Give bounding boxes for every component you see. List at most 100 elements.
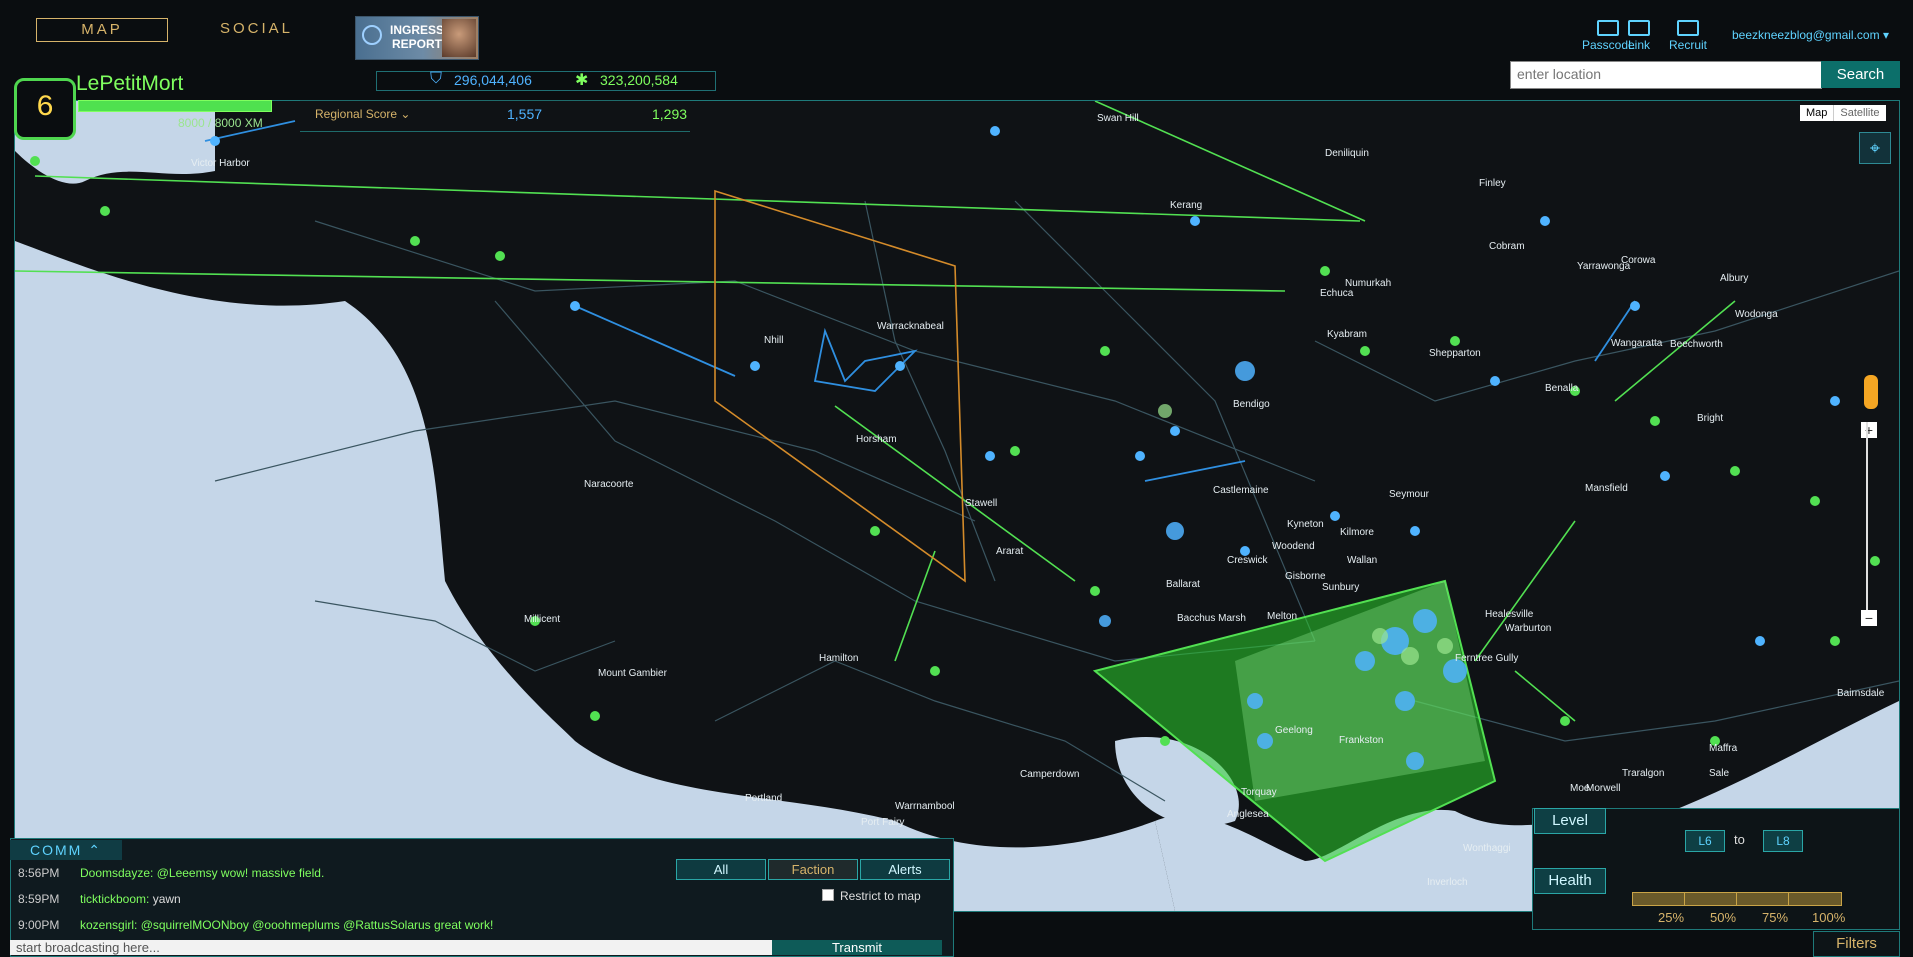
svg-text:Kilmore: Kilmore — [1340, 527, 1374, 538]
tab-social[interactable]: SOCIAL — [220, 18, 293, 40]
svg-text:Wallan: Wallan — [1347, 555, 1377, 566]
svg-text:Geelong: Geelong — [1275, 725, 1313, 736]
recruit-label: Recruit — [1669, 38, 1708, 52]
svg-text:Cobram: Cobram — [1489, 241, 1525, 252]
message-time: 8:56PM — [18, 866, 60, 880]
street-view-pegman-icon[interactable] — [1864, 375, 1878, 409]
comm-filter-alerts[interactable]: Alerts — [860, 859, 950, 880]
link-button[interactable]: Link — [1628, 20, 1650, 52]
restrict-label: Restrict to map — [840, 889, 921, 903]
tab-map[interactable]: MAP — [36, 18, 168, 42]
message-text: @Leeemsy wow! massive field. — [153, 866, 325, 880]
level-to-select[interactable]: L8 — [1763, 830, 1803, 852]
svg-text:Castlemaine: Castlemaine — [1213, 485, 1269, 496]
svg-text:Healesville: Healesville — [1485, 609, 1534, 620]
level-filter-label: Level — [1534, 808, 1606, 834]
svg-text:Stawell: Stawell — [965, 498, 997, 509]
agent-level: 6 — [14, 78, 76, 140]
global-enlightened-score: 323,200,584 — [600, 72, 678, 88]
svg-text:Melton: Melton — [1267, 611, 1297, 622]
broadcast-input[interactable]: start broadcasting here... — [10, 940, 776, 955]
zoom-slider[interactable] — [1866, 422, 1878, 622]
regional-resistance-score: 1,557 — [507, 106, 543, 122]
message-user[interactable]: kozensgirl: — [80, 918, 137, 932]
account-email: beezkneezblog@gmail.com — [1732, 28, 1880, 42]
svg-text:Ararat: Ararat — [996, 546, 1023, 557]
svg-text:Albury: Albury — [1720, 273, 1748, 284]
zoom-out-button[interactable]: − — [1861, 610, 1877, 626]
svg-text:Wonthaggi: Wonthaggi — [1463, 843, 1511, 854]
svg-text:Creswick: Creswick — [1227, 555, 1269, 566]
comm-message: 9:00PM kozensgirl: @squirrelMOONboy @oooh… — [18, 918, 493, 932]
health-slider[interactable] — [1632, 892, 1842, 906]
comm-filter-all[interactable]: All — [676, 859, 766, 880]
xm-bar-fill — [79, 101, 271, 111]
svg-text:Bairnsdale: Bairnsdale — [1837, 688, 1885, 699]
search-button[interactable]: Search — [1821, 61, 1900, 88]
chevron-up-icon: ⌃ — [88, 842, 102, 858]
location-input[interactable] — [1511, 62, 1823, 86]
chevron-down-icon: ⌄ — [400, 107, 411, 121]
passcode-label: Passcode — [1582, 38, 1635, 52]
svg-text:Camperdown: Camperdown — [1020, 769, 1079, 780]
svg-text:Port Fairy: Port Fairy — [861, 817, 904, 828]
restrict-to-map-toggle[interactable]: Restrict to map — [822, 889, 921, 903]
regional-score-button[interactable]: Regional Score ⌄ — [315, 107, 410, 121]
passcode-button[interactable]: Passcode — [1582, 20, 1635, 52]
svg-text:Naracoorte: Naracoorte — [584, 479, 634, 490]
svg-text:Mansfield: Mansfield — [1585, 483, 1628, 494]
recruit-button[interactable]: Recruit — [1669, 20, 1707, 52]
locate-icon[interactable]: ⌖ — [1859, 132, 1891, 164]
message-time: 9:00PM — [18, 918, 60, 932]
svg-text:Bendigo: Bendigo — [1233, 399, 1270, 410]
svg-text:Seymour: Seymour — [1389, 489, 1430, 500]
ingress-logo-icon — [362, 25, 382, 45]
ingress-report-button[interactable]: INGRESS REPORT — [355, 16, 479, 60]
svg-text:Portland: Portland — [745, 793, 782, 804]
filters-button[interactable]: Filters — [1813, 931, 1900, 957]
account-menu[interactable]: beezkneezblog@gmail.com ▾ — [1732, 28, 1889, 42]
svg-text:Moe: Moe — [1570, 783, 1590, 794]
level-from-select[interactable]: L6 — [1685, 830, 1725, 852]
checkbox-icon[interactable] — [822, 889, 834, 901]
agent-badge: 6 — [14, 78, 76, 140]
svg-text:Anglesea: Anglesea — [1227, 809, 1269, 820]
svg-text:Frankston: Frankston — [1339, 735, 1383, 746]
svg-text:Kerang: Kerang — [1170, 200, 1202, 211]
svg-text:Warracknabeal: Warracknabeal — [877, 321, 944, 332]
map-type-map[interactable]: Map — [1800, 105, 1833, 121]
svg-text:Gisborne: Gisborne — [1285, 571, 1326, 582]
message-text: yawn — [149, 892, 181, 906]
svg-text:Deniliquin: Deniliquin — [1325, 148, 1369, 159]
transmit-button[interactable]: Transmit — [772, 940, 942, 955]
svg-text:Warburton: Warburton — [1505, 623, 1551, 634]
comm-toggle[interactable]: COMM ⌃ — [10, 840, 122, 860]
svg-text:Ballarat: Ballarat — [1166, 579, 1200, 590]
agent-name[interactable]: LePetitMort — [76, 72, 183, 96]
passcode-icon — [1597, 20, 1620, 36]
comm-filter-faction[interactable]: Faction — [768, 859, 858, 880]
link-icon — [1628, 20, 1650, 36]
svg-text:Kyabram: Kyabram — [1327, 329, 1367, 340]
svg-text:Sunbury: Sunbury — [1322, 582, 1359, 593]
intel-map[interactable]: Swan Hill Deniliquin Kerang Finley Cobram Ya… — [14, 100, 1900, 912]
resistance-shield-icon: ⛉ — [430, 70, 443, 87]
health-tick: 75% — [1762, 910, 1789, 925]
svg-text:Beechworth: Beechworth — [1670, 339, 1723, 350]
message-user[interactable]: Doomsdayze: — [80, 866, 153, 880]
regional-enlightened-score: 1,293 — [652, 106, 688, 122]
link-label: Link — [1628, 38, 1651, 52]
svg-text:Echuca: Echuca — [1320, 288, 1354, 299]
health-tick: 50% — [1710, 910, 1737, 925]
svg-text:Torquay: Torquay — [1241, 787, 1277, 798]
svg-text:Finley: Finley — [1479, 178, 1506, 189]
svg-text:Warrnambool: Warrnambool — [895, 801, 955, 812]
map-type-satellite[interactable]: Satellite — [1833, 105, 1885, 121]
svg-text:Maffra: Maffra — [1709, 743, 1738, 754]
svg-text:Bacchus Marsh: Bacchus Marsh — [1177, 613, 1246, 624]
chevron-down-icon: ▾ — [1882, 28, 1889, 42]
level-to-label: to — [1734, 832, 1745, 847]
svg-text:Benalla: Benalla — [1545, 383, 1579, 394]
message-user[interactable]: ticktickboom: — [80, 892, 149, 906]
svg-text:Wangaratta: Wangaratta — [1611, 338, 1663, 349]
